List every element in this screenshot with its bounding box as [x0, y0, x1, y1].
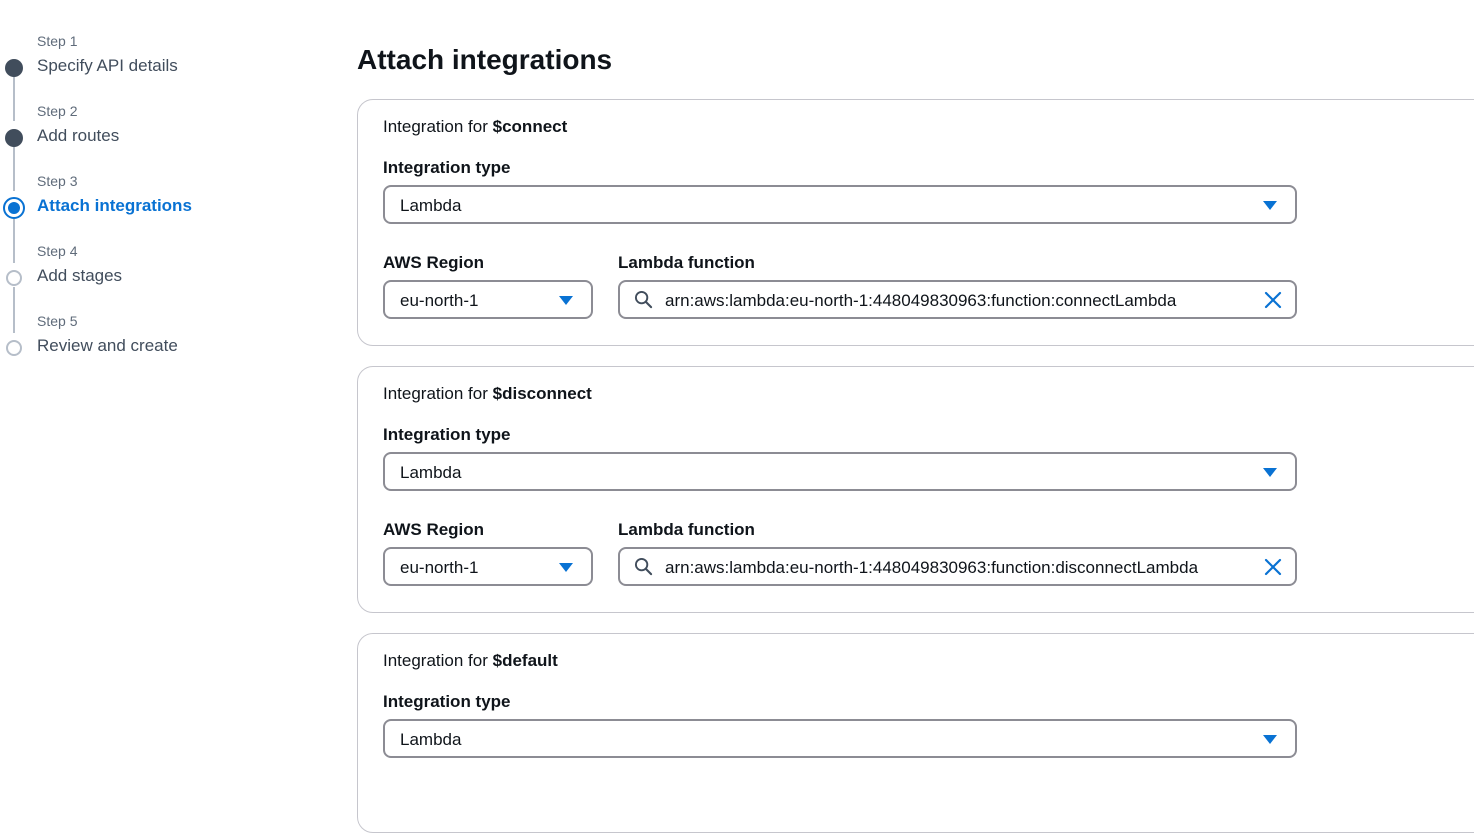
step-title: Add stages — [37, 266, 123, 285]
card-header: Integration for $connect — [383, 117, 567, 137]
integration-type-value: Lambda — [400, 196, 462, 215]
card-header: Integration for $disconnect — [383, 384, 592, 404]
integration-type-select[interactable]: Lambda — [383, 452, 1297, 491]
caret-down-icon — [1263, 735, 1277, 744]
integration-card-default: Integration for $default Integration typ… — [357, 633, 1474, 833]
wizard-connector — [13, 75, 15, 121]
step-number: Step 3 — [37, 173, 78, 189]
step-complete-icon — [5, 59, 23, 77]
aws-region-value: eu-north-1 — [400, 291, 479, 310]
step-title: Review and create — [37, 336, 178, 355]
wizard-connector — [13, 219, 15, 263]
search-icon — [634, 557, 653, 576]
integration-type-select[interactable]: Lambda — [383, 185, 1297, 224]
step-complete-icon — [5, 129, 23, 147]
close-icon[interactable] — [1264, 291, 1282, 309]
integration-for-label: Integration for — [383, 117, 488, 136]
lambda-function-value: arn:aws:lambda:eu-north-1:448049830963:f… — [665, 558, 1199, 577]
route-key: $connect — [492, 117, 568, 136]
page-title: Attach integrations — [357, 44, 613, 75]
card-header: Integration for $default — [383, 651, 558, 671]
aws-region-select[interactable]: eu-north-1 — [383, 547, 593, 586]
aws-region-label: AWS Region — [383, 520, 485, 539]
step-pending-icon — [6, 270, 22, 286]
aws-region-value: eu-north-1 — [400, 558, 479, 577]
lambda-function-label: Lambda function — [618, 520, 755, 539]
step-title[interactable]: Specify API details — [37, 56, 178, 76]
step-number: Step 2 — [37, 103, 78, 119]
aws-region-select[interactable]: eu-north-1 — [383, 280, 593, 319]
route-key: $default — [492, 651, 558, 670]
wizard-connector — [13, 145, 15, 191]
integration-card-connect: Integration for $connect Integration typ… — [357, 99, 1474, 346]
caret-down-icon — [1263, 468, 1277, 477]
integration-type-select[interactable]: Lambda — [383, 719, 1297, 758]
step-number: Step 1 — [37, 33, 78, 49]
integration-for-label: Integration for — [383, 384, 488, 403]
caret-down-icon — [559, 296, 573, 305]
integration-type-value: Lambda — [400, 463, 462, 482]
lambda-function-value: arn:aws:lambda:eu-north-1:448049830963:f… — [665, 291, 1177, 310]
step-title[interactable]: Add routes — [37, 126, 119, 146]
lambda-function-input[interactable]: arn:aws:lambda:eu-north-1:448049830963:f… — [618, 547, 1297, 586]
step-current-icon — [3, 197, 25, 219]
step-pending-icon — [6, 340, 22, 356]
close-icon[interactable] — [1264, 558, 1282, 576]
integration-for-label: Integration for — [383, 651, 488, 670]
integration-type-value: Lambda — [400, 730, 462, 749]
step-number: Step 5 — [37, 313, 78, 329]
integration-type-label: Integration type — [383, 692, 511, 711]
route-key: $disconnect — [492, 384, 592, 403]
lambda-function-label: Lambda function — [618, 253, 755, 272]
wizard-connector — [13, 287, 15, 333]
step-number: Step 4 — [37, 243, 78, 259]
integration-type-label: Integration type — [383, 158, 511, 177]
integration-card-disconnect: Integration for $disconnect Integration … — [357, 366, 1474, 613]
caret-down-icon — [559, 563, 573, 572]
integration-type-label: Integration type — [383, 425, 511, 444]
lambda-function-input[interactable]: arn:aws:lambda:eu-north-1:448049830963:f… — [618, 280, 1297, 319]
caret-down-icon — [1263, 201, 1277, 210]
search-icon — [634, 290, 653, 309]
aws-region-label: AWS Region — [383, 253, 485, 272]
step-title: Attach integrations — [37, 196, 192, 215]
